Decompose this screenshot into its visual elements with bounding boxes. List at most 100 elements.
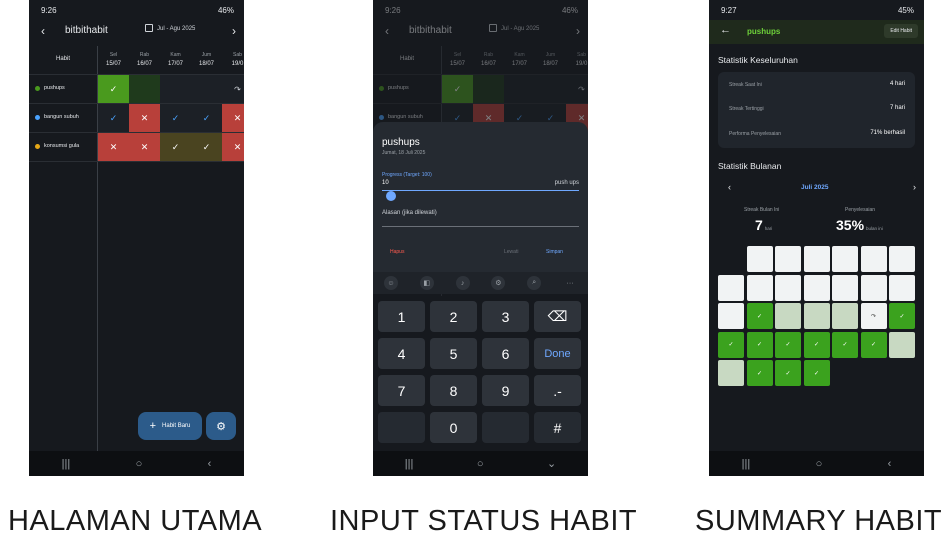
calendar-day[interactable]: ↷	[860, 303, 887, 329]
calendar-day[interactable]	[775, 274, 801, 301]
more-icon[interactable]: ···	[563, 276, 577, 290]
keyboard-key[interactable]: 8	[430, 375, 477, 406]
date-range[interactable]: Jul - Agu 2025	[157, 26, 195, 32]
progress-slider-track[interactable]	[382, 190, 579, 191]
habit-row-label[interactable]: pushups	[35, 85, 65, 91]
emoji-icon[interactable]: ☺	[383, 276, 398, 290]
keyboard-key[interactable]: 4	[378, 338, 425, 369]
calendar-day[interactable]	[860, 274, 887, 301]
calendar-day[interactable]: ✓	[889, 303, 915, 329]
recent-apps-icon[interactable]: |||	[742, 458, 751, 470]
keyboard-key[interactable]: 1	[378, 301, 425, 332]
done-key[interactable]: Done	[534, 338, 581, 369]
table-header: Habit Sel 15/07 Rab 16/07 Kam 17/07 Jum 18/07 Sa…	[373, 46, 588, 74]
habit-cell[interactable]	[191, 75, 222, 103]
habit-cell[interactable]: ✓	[191, 133, 222, 161]
keyboard-key[interactable]: .-	[534, 375, 581, 406]
calendar-day[interactable]	[775, 246, 801, 272]
calendar-day[interactable]	[832, 246, 858, 272]
gear-icon[interactable]: ⚙	[491, 276, 506, 290]
reason-input[interactable]: Alasan (jika dilewati)	[382, 210, 437, 216]
next-month-icon[interactable]: ›	[913, 182, 916, 192]
calendar-day[interactable]	[832, 303, 858, 329]
delete-button[interactable]: Hapus	[390, 249, 404, 255]
sticker-icon[interactable]: ◧	[419, 276, 434, 290]
keyboard-key[interactable]: 7	[378, 375, 425, 406]
calendar-day[interactable]: ✓	[746, 360, 773, 386]
habit-cell[interactable]: ✓	[191, 104, 222, 132]
habit-cell[interactable]: ✕	[129, 133, 160, 161]
calendar-day[interactable]	[775, 303, 801, 329]
keyboard-key	[378, 412, 425, 443]
calendar-day[interactable]	[832, 274, 858, 301]
calendar-day[interactable]: ✓	[775, 360, 801, 386]
home-icon[interactable]: ○	[477, 458, 484, 470]
back-icon[interactable]: ‹	[41, 24, 45, 38]
calendar-day[interactable]: ✓	[746, 331, 773, 358]
back-nav-icon[interactable]: ‹	[208, 458, 212, 470]
habit-cell[interactable]: ↷	[222, 75, 244, 103]
calendar-day[interactable]	[803, 274, 830, 301]
calendar-day[interactable]	[889, 274, 915, 301]
calendar-day[interactable]	[718, 274, 744, 301]
calendar-day[interactable]	[718, 360, 744, 386]
calendar-day[interactable]	[803, 303, 830, 329]
calendar-day[interactable]: ✓	[803, 360, 830, 386]
progress-input[interactable]: 10	[382, 180, 389, 186]
prev-month-icon[interactable]: ‹	[728, 182, 731, 192]
habit-row-label[interactable]: konsumsi gula	[35, 143, 79, 149]
recent-apps-icon[interactable]: |||	[62, 458, 71, 470]
backspace-key[interactable]: ⌫	[534, 301, 581, 332]
streak-unit: hari	[764, 226, 773, 231]
keyboard-key[interactable]: 3	[482, 301, 529, 332]
day-header: Rab 16/07	[129, 46, 160, 74]
calendar-day[interactable]	[718, 303, 744, 329]
calendar-day[interactable]: ✓	[718, 331, 744, 358]
calendar-day[interactable]	[889, 331, 915, 358]
habit-name: pushups	[388, 85, 409, 91]
calendar-day[interactable]	[746, 274, 773, 301]
home-icon[interactable]: ○	[136, 458, 143, 470]
calendar-day[interactable]	[889, 246, 915, 272]
habit-cell[interactable]: ✓	[160, 133, 191, 161]
calendar-day[interactable]: ✓	[746, 303, 773, 329]
edit-habit-button[interactable]: Edit Habit	[884, 24, 918, 38]
calendar-day[interactable]	[803, 246, 830, 272]
calendar-day[interactable]: ✓	[832, 331, 858, 358]
habit-cell[interactable]	[160, 75, 191, 103]
keyboard-key[interactable]: 5	[430, 338, 477, 369]
new-habit-button[interactable]: + Habit Baru	[138, 412, 202, 440]
habit-row-label[interactable]: bangun subuh	[35, 114, 79, 120]
recent-apps-icon[interactable]: |||	[405, 458, 414, 470]
habit-cell[interactable]: ✓	[98, 75, 129, 103]
progress-slider-knob[interactable]	[386, 191, 396, 201]
calendar-day[interactable]	[746, 246, 773, 272]
save-button[interactable]: Simpan	[546, 249, 563, 255]
hide-keyboard-icon[interactable]: ⌄	[547, 457, 556, 470]
habit-cell[interactable]: ✕	[98, 133, 129, 161]
keyboard-key[interactable]: 9	[482, 375, 529, 406]
back-arrow-icon[interactable]: ←	[720, 24, 731, 36]
keyboard-key[interactable]: 2	[430, 301, 477, 332]
keyboard-key[interactable]: #	[534, 412, 581, 443]
settings-button[interactable]: ⚙	[206, 412, 236, 440]
habit-cell[interactable]: ✕	[222, 133, 244, 161]
habit-cell[interactable]: ✓	[160, 104, 191, 132]
search-icon[interactable]: ⌕	[527, 276, 542, 290]
habit-cell[interactable]	[129, 75, 160, 103]
keyboard-key[interactable]: 0	[430, 412, 477, 443]
calendar-day[interactable]: ✓	[775, 331, 801, 358]
home-icon[interactable]: ○	[816, 458, 823, 470]
skip-button[interactable]: Lewati	[504, 249, 518, 255]
habit-cell[interactable]: ✕	[129, 104, 160, 132]
calendar-day[interactable]: ✓	[803, 331, 830, 358]
mic-icon[interactable]: ♪	[455, 276, 470, 290]
next-icon[interactable]: ›	[232, 24, 236, 38]
calendar-icon[interactable]	[145, 24, 153, 32]
calendar-day[interactable]: ✓	[860, 331, 887, 358]
back-nav-icon[interactable]: ‹	[888, 458, 892, 470]
habit-cell[interactable]: ✕	[222, 104, 244, 132]
keyboard-key[interactable]: 6	[482, 338, 529, 369]
calendar-day[interactable]	[860, 246, 887, 272]
habit-cell[interactable]: ✓	[98, 104, 129, 132]
